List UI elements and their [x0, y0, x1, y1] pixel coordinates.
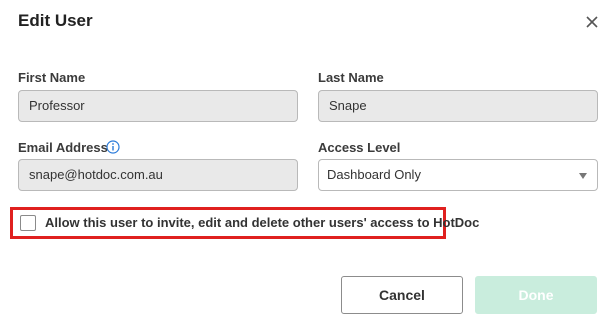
chevron-down-icon	[579, 173, 587, 179]
last-name-label: Last Name	[318, 70, 384, 85]
permission-checkbox[interactable]	[20, 215, 36, 231]
first-name-field[interactable]: Professor	[18, 90, 298, 122]
permission-label[interactable]: Allow this user to invite, edit and dele…	[45, 215, 479, 230]
access-level-select[interactable]: Dashboard Only	[318, 159, 598, 191]
done-button[interactable]: Done	[475, 276, 597, 314]
cancel-button[interactable]: Cancel	[341, 276, 463, 314]
access-level-label: Access Level	[318, 140, 401, 155]
access-level-value: Dashboard Only	[327, 167, 421, 182]
email-label: Email Address	[18, 140, 108, 155]
email-field[interactable]: snape@hotdoc.com.au	[18, 159, 298, 191]
close-icon[interactable]	[582, 12, 602, 32]
info-icon[interactable]	[106, 140, 120, 154]
edit-user-dialog: Edit User First Name Professor Last Name…	[0, 0, 611, 332]
permission-highlight: Allow this user to invite, edit and dele…	[10, 207, 479, 239]
first-name-label: First Name	[18, 70, 86, 85]
last-name-field[interactable]: Snape	[318, 90, 598, 122]
dialog-title: Edit User	[18, 11, 93, 30]
